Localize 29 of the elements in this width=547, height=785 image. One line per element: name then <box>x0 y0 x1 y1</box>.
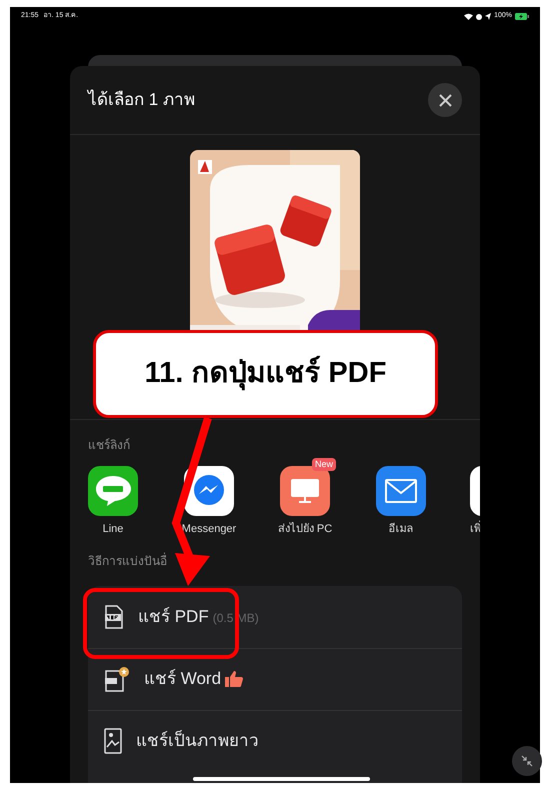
thumbs-up-icon <box>225 671 244 687</box>
location-icon <box>485 12 492 20</box>
share-option[interactable]: แชร์เป็นภาพยาว <box>88 710 462 772</box>
share-option[interactable]: แชร์ Word <box>88 648 462 710</box>
app-label: อีเมล <box>388 522 414 537</box>
close-button[interactable] <box>428 83 462 117</box>
sheet-title: ได้เลือก 1 ภาพ <box>88 88 195 112</box>
app-label: Line <box>102 522 124 537</box>
app-label: ส่งไปยัง PC <box>278 521 332 537</box>
line-app-icon <box>88 466 138 516</box>
word-file-icon <box>104 666 130 692</box>
battery-icon <box>515 12 529 20</box>
app-label: Messenger <box>182 522 236 537</box>
pdf-file-icon <box>104 604 124 628</box>
option-label: แชร์เป็นภาพยาว <box>136 729 259 752</box>
monitor-app-icon <box>280 466 330 516</box>
long-image-icon <box>104 728 122 754</box>
option-label: แชร์ PDF <box>138 606 209 628</box>
section-heading: วิธีการแบ่งปันอื่ <box>88 552 167 570</box>
wifi-icon <box>464 12 474 20</box>
callout-text: 11. กดปุ่มแชร์ PDF <box>144 354 386 392</box>
collapse-button[interactable] <box>512 746 542 776</box>
new-badge: New <box>312 458 336 471</box>
envelope-app-icon <box>376 466 426 516</box>
close-icon <box>438 94 452 106</box>
collapse-icon <box>521 755 533 767</box>
app-label: เพิ่ <box>470 521 480 538</box>
option-label: แชร์ Word <box>144 668 222 690</box>
section-heading: แชร์ลิงก์ <box>88 437 131 454</box>
